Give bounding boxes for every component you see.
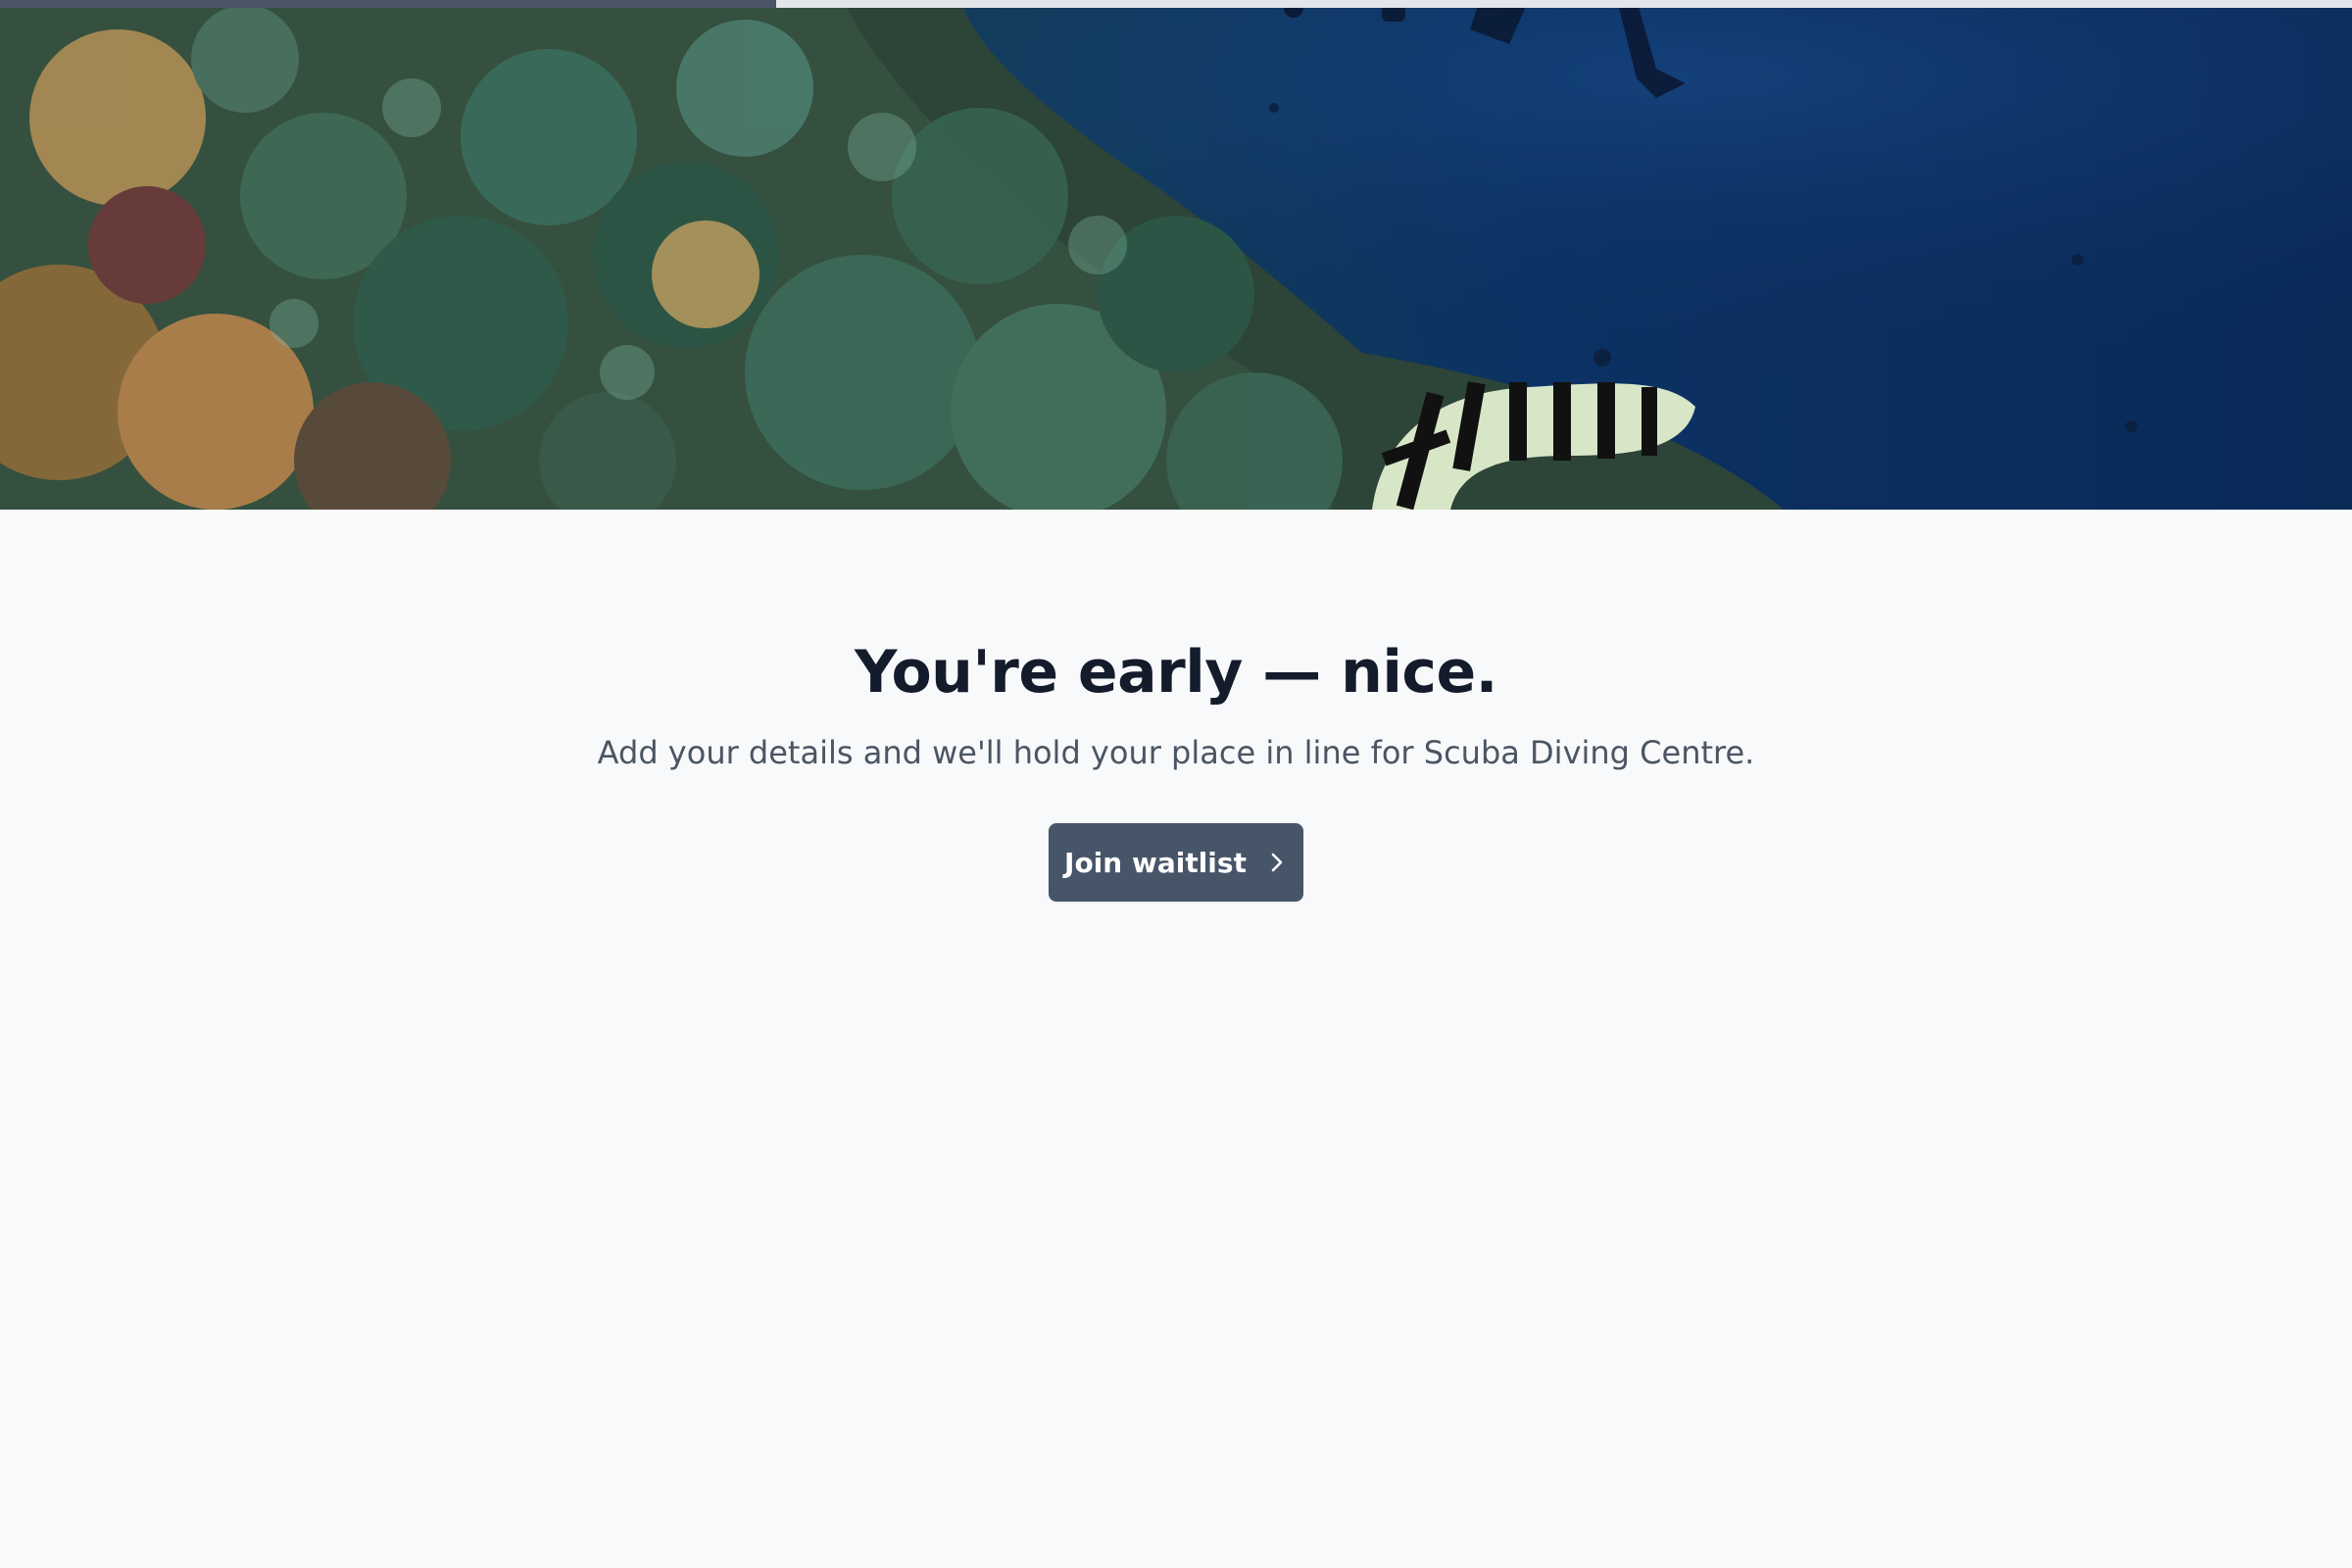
join-waitlist-button[interactable]: Join waitlist — [1049, 823, 1303, 902]
page-subtitle: Add your details and we'll hold your pla… — [597, 734, 1755, 771]
progress-bar-fill — [0, 0, 776, 8]
progress-bar — [0, 0, 2352, 8]
join-waitlist-label: Join waitlist — [1064, 846, 1247, 879]
coral-reef-illustration — [0, 0, 2352, 510]
waitlist-page: You're early — nice. Add your details an… — [0, 0, 2352, 1568]
chevron-right-icon — [1266, 852, 1288, 873]
page-title: You're early — nice. — [855, 638, 1497, 707]
main-content: You're early — nice. Add your details an… — [0, 510, 2352, 902]
hero-image — [0, 0, 2352, 510]
